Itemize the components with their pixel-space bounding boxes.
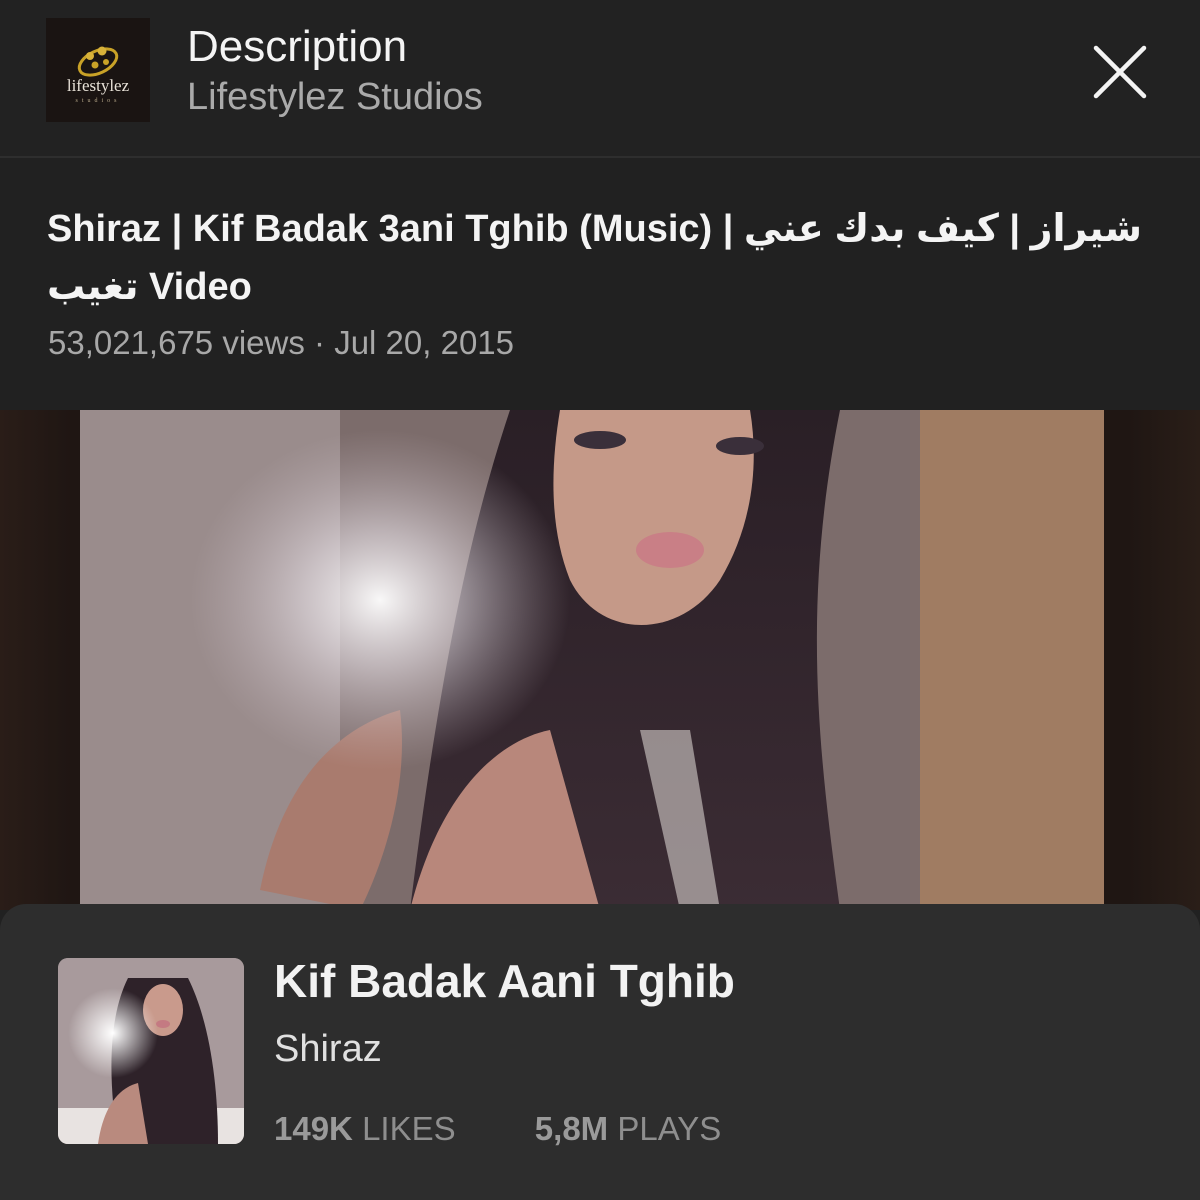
panel-title: Description [187, 22, 408, 71]
close-button[interactable] [1082, 34, 1158, 110]
likes-label: LIKES [362, 1110, 456, 1147]
video-meta: 53,021,675 views · Jul 20, 2015 [48, 324, 514, 362]
track-artist[interactable]: Shiraz [274, 1028, 382, 1071]
publish-date: Jul 20, 2015 [334, 324, 515, 361]
likes-count: 149K [274, 1110, 353, 1147]
lifestylez-logo-icon [77, 46, 119, 77]
portrait-illustration [80, 410, 1104, 910]
cover-art-image [80, 410, 1104, 910]
view-count: 53,021,675 views [48, 324, 305, 361]
description-header: lifestylez studios Description Lifestyle… [0, 0, 1200, 158]
track-title[interactable]: Kif Badak Aani Tghib [274, 954, 735, 1008]
plays-stat: 5,8M PLAYS [535, 1110, 722, 1148]
track-stats: 149K LIKES 5,8M PLAYS [274, 1110, 721, 1148]
meta-separator: · [314, 324, 326, 361]
video-title: Shiraz | Kif Badak 3ani Tghib (Music) | … [47, 208, 1143, 308]
logo-wordmark: lifestylez [66, 76, 130, 95]
music-card[interactable]: Kif Badak Aani Tghib Shiraz 149K LIKES 5… [0, 904, 1200, 1200]
album-thumbnail[interactable] [58, 958, 244, 1144]
plays-label: PLAYS [617, 1110, 722, 1147]
cover-art-banner [0, 410, 1200, 910]
likes-stat: 149K LIKES [274, 1110, 456, 1148]
channel-avatar[interactable]: lifestylez studios [46, 18, 150, 122]
plays-count: 5,8M [534, 1110, 609, 1147]
album-art-illustration [58, 958, 244, 1144]
close-icon [1093, 45, 1147, 99]
video-details: Shiraz | Kif Badak 3ani Tghib (Music) | … [0, 158, 1200, 410]
channel-name[interactable]: Lifestylez Studios [187, 76, 483, 119]
logo-subtext: studios [75, 98, 121, 104]
